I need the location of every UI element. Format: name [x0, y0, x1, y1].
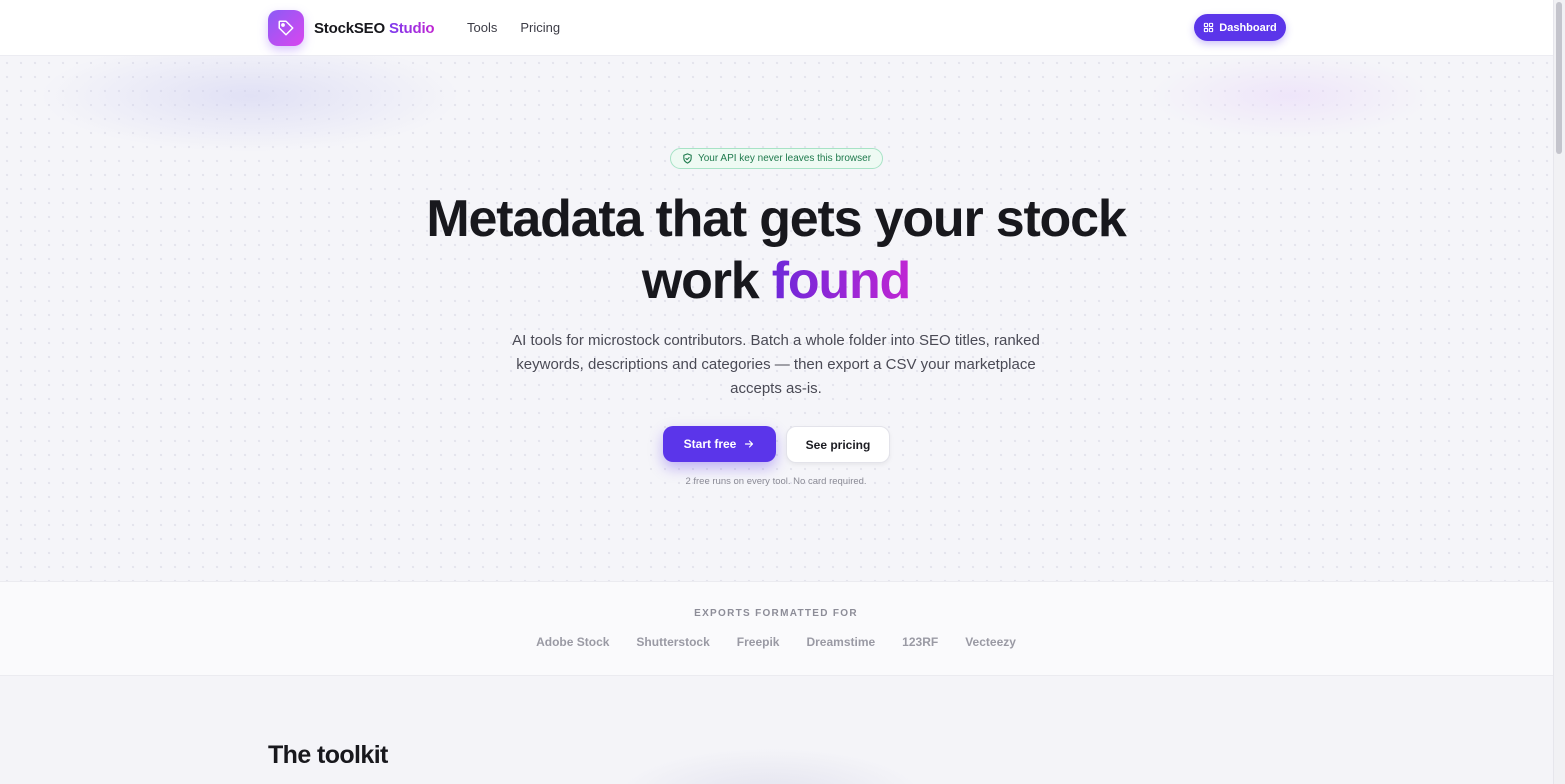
page: StockSEO Studio Tools Pricing Dashboard Y…: [0, 0, 1553, 784]
exports-strip: EXPORTS FORMATTED FOR Adobe Stock Shutte…: [0, 581, 1553, 676]
start-free-label: Start free: [683, 437, 737, 451]
hero-title-accent: found: [771, 252, 912, 310]
nav-item-pricing[interactable]: Pricing: [520, 20, 560, 35]
toolkit-title: The toolkit: [268, 741, 388, 769]
marketplace-freepik: Freepik: [736, 635, 780, 649]
toolkit-section: The toolkit: [0, 677, 1553, 784]
top-nav-bar: StockSEO Studio Tools Pricing Dashboard: [0, 0, 1553, 56]
grid-icon: [1204, 22, 1214, 33]
marketplace-adobe-stock: Adobe Stock: [536, 635, 610, 649]
free-runs-note: 2 free runs on every tool. No card requi…: [685, 476, 867, 487]
vertical-scrollbar[interactable]: [1553, 0, 1565, 784]
tag-icon: [268, 10, 304, 46]
brand-logo[interactable]: StockSEO Studio: [268, 10, 435, 46]
hero-subtitle: AI tools for microstock contributors. Ba…: [512, 332, 1040, 397]
privacy-badge-text: Your API key never leaves this browser: [697, 153, 872, 164]
arrow-right-icon: [745, 440, 754, 448]
marketplace-dreamstime: Dreamstime: [806, 635, 876, 649]
start-free-button[interactable]: Start free: [663, 426, 776, 462]
see-pricing-label: See pricing: [805, 437, 871, 452]
brand-name-accent: Studio: [388, 19, 435, 37]
hero-section: Your API key never leaves this browser M…: [0, 56, 1553, 581]
marketplace-123rf: 123RF: [902, 635, 939, 649]
see-pricing-button[interactable]: See pricing: [786, 426, 890, 463]
hero-title-line2: work: [641, 252, 760, 310]
hero-title-line1: Metadata that gets your stock: [426, 190, 1126, 248]
marketplace-list: Adobe Stock Shutterstock Freepik Dreamst…: [476, 635, 1076, 649]
shield-check-icon: [683, 153, 692, 164]
main-nav: Tools Pricing: [467, 20, 560, 35]
hero-title: Metadata that gets your stock work found: [376, 188, 1176, 312]
brand-name: StockSEO Studio: [314, 19, 435, 37]
scrollbar-thumb[interactable]: [1556, 2, 1562, 154]
dashboard-button[interactable]: Dashboard: [1194, 14, 1286, 41]
exports-label: EXPORTS FORMATTED FOR: [694, 608, 858, 619]
dashboard-button-label: Dashboard: [1219, 21, 1277, 34]
marketplace-vecteezy: Vecteezy: [965, 635, 1016, 649]
privacy-badge: Your API key never leaves this browser: [670, 148, 883, 169]
nav-item-tools[interactable]: Tools: [467, 20, 497, 35]
marketplace-shutterstock: Shutterstock: [636, 635, 710, 649]
